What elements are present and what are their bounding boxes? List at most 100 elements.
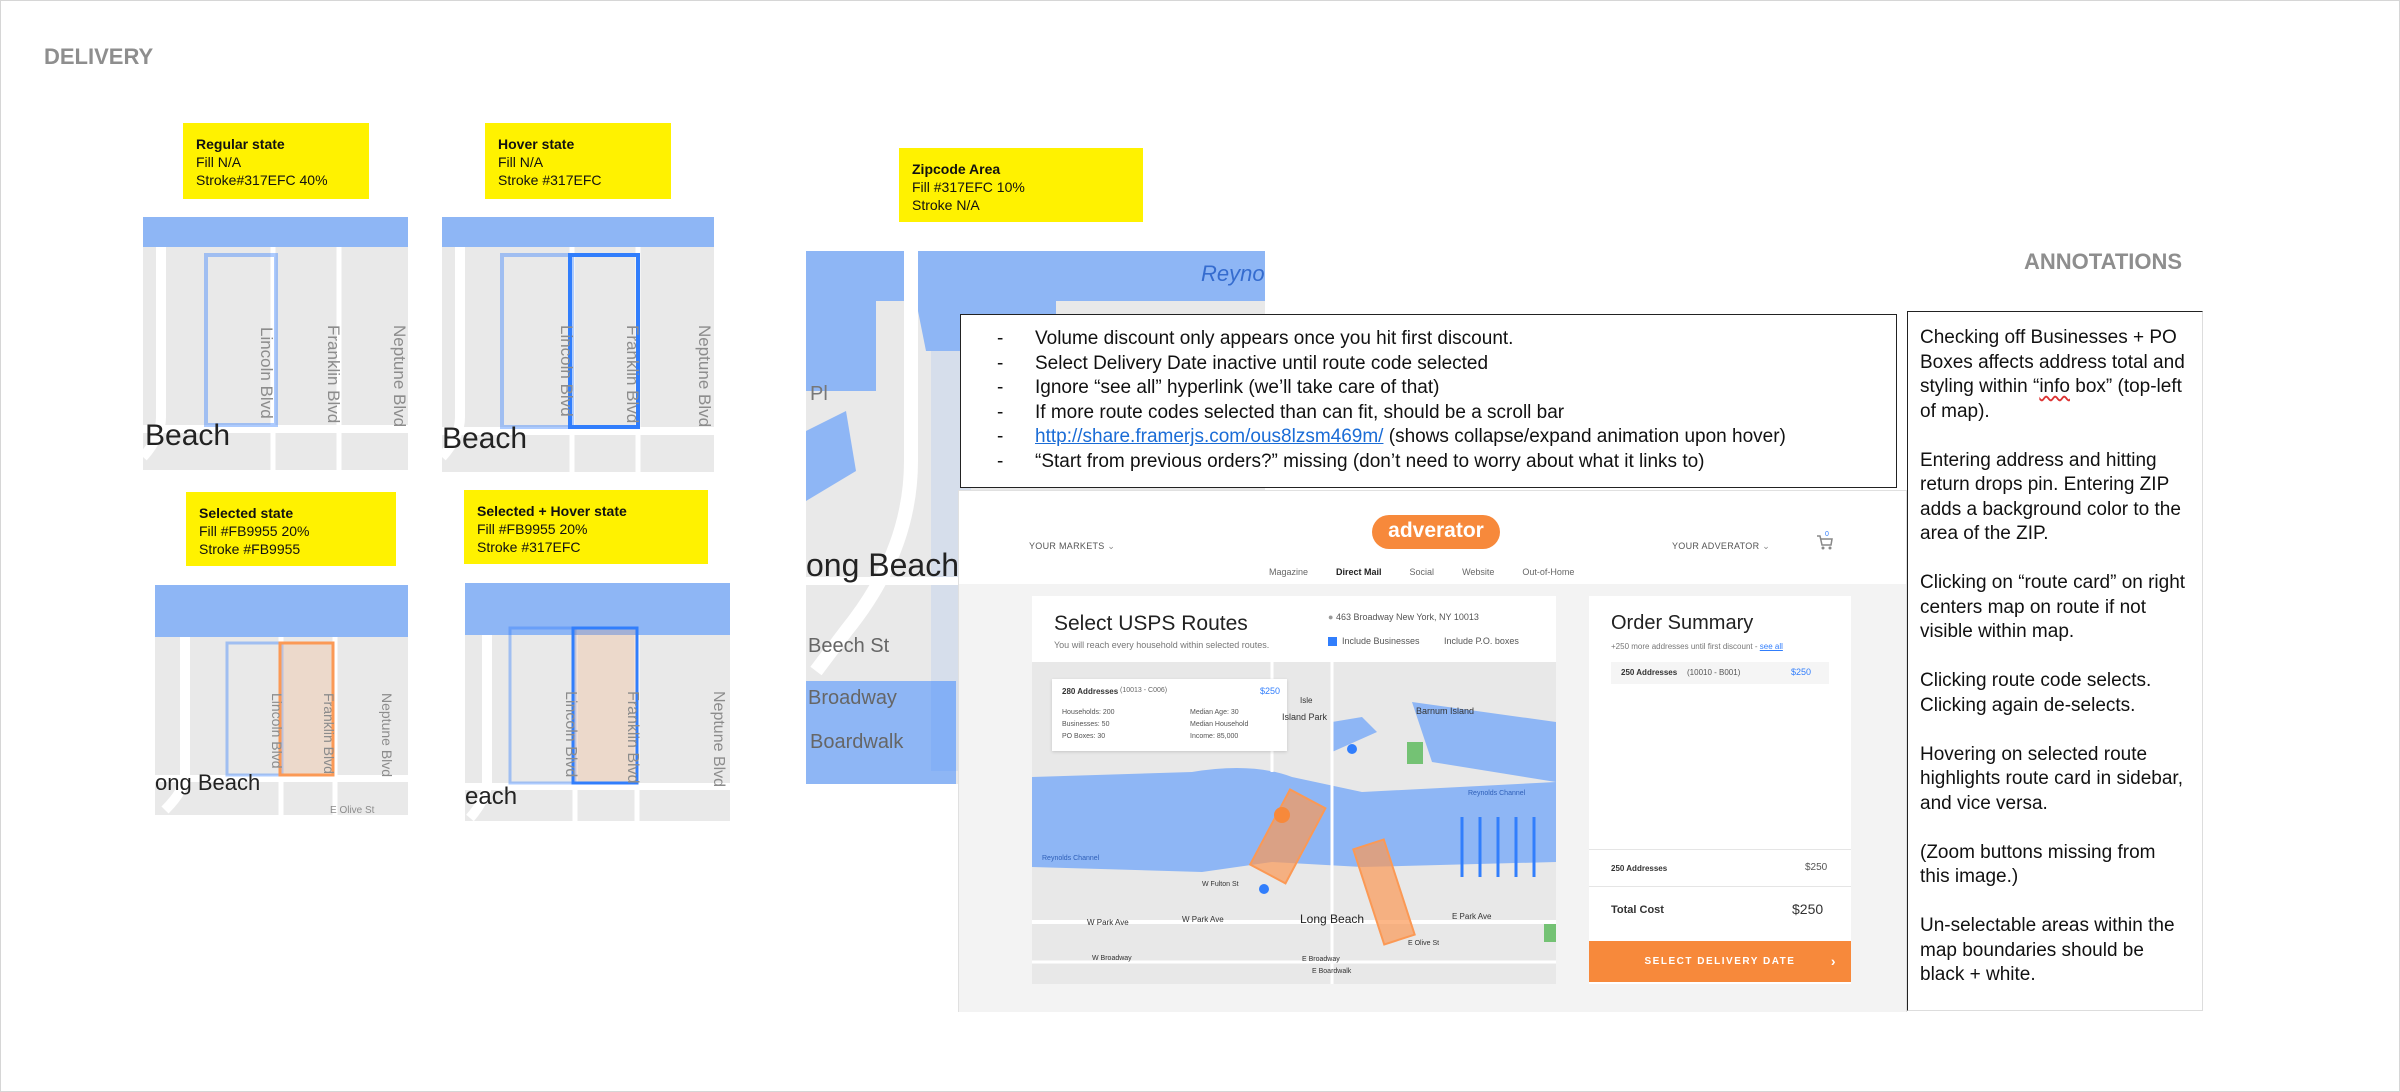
include-businesses-label: Include Businesses — [1342, 636, 1420, 646]
map-place-label: E Broadway — [1302, 956, 1340, 963]
route-card[interactable]: 250 Addresses (10010 - B001) $250 — [1611, 662, 1829, 684]
info-stat: Median Household — [1190, 721, 1249, 728]
sticky-line: Stroke#317EFC 40% — [196, 172, 328, 188]
route-card-price: $250 — [1791, 667, 1812, 677]
see-all-link[interactable]: see all — [1760, 642, 1783, 651]
nav-social[interactable]: Social — [1410, 567, 1435, 577]
order-summary-title: Order Summary — [1611, 612, 1754, 634]
subtotal-value: $250 — [1805, 862, 1828, 873]
water-label: Reyno — [1201, 261, 1265, 286]
notes-list: - Volume discount only appears once you h… — [961, 327, 1896, 474]
info-left-stats: Households: 200 Businesses: 50 PO Boxes:… — [1062, 707, 1115, 743]
sticky-hover-state: Hover state Fill N/A Stroke #317EFC — [485, 123, 671, 199]
routes-subtitle: You will reach every household within se… — [1054, 640, 1270, 650]
map-place-label: W Fulton St — [1202, 881, 1239, 888]
note-text: “Start from previous orders?” missing (d… — [1035, 450, 1705, 472]
total-label: Total Cost — [1611, 904, 1664, 916]
info-price: $250 — [1260, 686, 1281, 696]
your-adverator-menu[interactable]: YOUR ADVERATOR ⌄ — [1672, 541, 1770, 552]
sticky-line: Stroke N/A — [912, 197, 980, 213]
sticky-title: Zipcode Area — [912, 161, 1001, 177]
sticky-line: Fill N/A — [196, 154, 242, 170]
cart-icon[interactable]: 0 — [1816, 531, 1834, 551]
note-text: (shows collapse/expand animation upon ho… — [1383, 426, 1786, 447]
street-label: Lincoln Blvd — [257, 327, 276, 419]
sticky-zipcode-area: Zipcode Area Fill #317EFC 10% Stroke N/A — [899, 148, 1143, 222]
street-label: Neptune Blvd — [695, 325, 714, 428]
adverator-mockup: YOUR MARKETS ⌄ adverator YOUR ADVERATOR … — [958, 490, 1907, 1012]
cta-label: SELECT DELIVERY DATE — [1644, 956, 1796, 967]
beach-label: ong Beach — [155, 770, 261, 795]
map-place-label: W Park Ave — [1182, 915, 1224, 924]
note-item: - http://share.framerjs.com/ous8lzsm469m/… — [961, 425, 1896, 450]
nav-magazine[interactable]: Magazine — [1269, 567, 1308, 577]
chevron-down-icon: ⌄ — [1762, 541, 1771, 551]
select-delivery-date-button[interactable]: SELECT DELIVERY DATE › — [1589, 941, 1851, 982]
include-po-boxes-checkbox[interactable]: Include P.O. boxes — [1444, 636, 1519, 646]
note-text: If more route codes selected than can fi… — [1035, 401, 1565, 423]
adverator-logo[interactable]: adverator — [1372, 515, 1500, 549]
annotations-box: Checking off Businesses + PO Boxes affec… — [1907, 311, 2203, 1011]
info-stat: Businesses: 50 — [1062, 721, 1110, 728]
note-item: - Volume discount only appears once you h… — [961, 327, 1896, 352]
route-card-range: (10010 - B001) — [1687, 668, 1741, 677]
include-businesses-checkbox[interactable]: Include Businesses — [1328, 636, 1420, 646]
map-place-label: E Olive St — [1408, 940, 1440, 947]
map-place-label: Barnum Island — [1416, 706, 1475, 716]
map-selected-hover-state: Lincoln Blvd Franklin Blvd Neptune Blvd … — [465, 583, 730, 821]
routes-panel: Select USPS Routes You will reach every … — [1032, 596, 1556, 984]
note-dash: - — [997, 328, 1004, 349]
routes-title: Select USPS Routes — [1054, 612, 1248, 635]
chevron-right-icon: › — [1830, 953, 1837, 969]
street-label: Franklin Blvd — [623, 325, 642, 424]
street-label: Franklin Blvd — [324, 325, 343, 424]
nav-website[interactable]: Website — [1462, 567, 1494, 577]
map-place-label: Isle — [1300, 696, 1313, 705]
order-summary-panel: Order Summary +250 more addresses until … — [1589, 596, 1851, 984]
note-item: - Select Delivery Date inactive until rou… — [961, 352, 1896, 377]
map-place-label: E Boardwalk — [1312, 968, 1352, 975]
street-label: Broadway — [808, 687, 897, 709]
discount-note-text: +250 more addresses until first discount… — [1611, 642, 1758, 651]
routes-map[interactable]: 280 Addresses (10013 - C006) $250 Househ… — [1032, 662, 1556, 984]
beach-label: each — [465, 783, 518, 810]
map-hover-state: Lincoln Blvd Franklin Blvd Neptune Blvd … — [442, 217, 714, 472]
map-place-label: Reynolds Channel — [1042, 855, 1100, 862]
chevron-down-icon: ⌄ — [1107, 541, 1116, 551]
annotation-text: Un-selectable areas within the map bound… — [1920, 915, 2175, 985]
street-label: Neptune Blvd — [379, 693, 395, 778]
framer-prototype-link[interactable]: http://share.framerjs.com/ous8lzsm469m/ — [1035, 426, 1383, 447]
nav-direct-mail[interactable]: Direct Mail — [1336, 567, 1382, 577]
beach-label: Beach — [442, 422, 528, 455]
route-info-box: 280 Addresses (10013 - C006) $250 Househ… — [1052, 679, 1287, 751]
sticky-selected-state: Selected state Fill #FB9955 20% Stroke #… — [186, 492, 396, 566]
info-addresses: 280 Addresses — [1062, 687, 1119, 696]
address-value: 463 Broadway New York, NY 10013 — [1335, 612, 1479, 622]
nav-out-of-home[interactable]: Out-of-Home — [1522, 567, 1574, 577]
map-place-label: W Park Ave — [1087, 918, 1129, 927]
annotation-text: Hovering on selected route highlights ro… — [1920, 743, 2183, 814]
map-place-label: Reynolds Channel — [1468, 790, 1526, 797]
your-markets-menu[interactable]: YOUR MARKETS ⌄ — [1029, 541, 1115, 552]
note-text: Ignore “see all” hyperlink (we’ll take c… — [1035, 377, 1440, 398]
note-item: - Ignore “see all” hyperlink (we’ll take … — [961, 376, 1896, 401]
notes-box: - Volume discount only appears once you h… — [960, 314, 1897, 488]
info-right-stats: Median Age: 30 Median Household Income: … — [1190, 707, 1248, 743]
sticky-line: Fill #FB9955 20% — [477, 521, 588, 537]
route-card-addresses: 250 Addresses — [1621, 668, 1678, 677]
sticky-title: Hover state — [498, 136, 575, 152]
map-regular-state: Lincoln Blvd Franklin Blvd Neptune Blvd … — [143, 217, 408, 470]
info-stat: Income: 85,000 — [1190, 733, 1239, 740]
info-stat: Median Age: 30 — [1190, 709, 1239, 716]
street-label: Franklin Blvd — [321, 693, 337, 774]
sticky-title: Selected + Hover state — [477, 503, 627, 519]
street-label: Franklin Blvd — [624, 691, 641, 784]
address-search[interactable]: ● 463 Broadway New York, NY 10013 — [1328, 612, 1479, 622]
annotation-text: (Zoom buttons missing from this image.) — [1920, 841, 2156, 888]
street-label: Neptune Blvd — [710, 691, 727, 788]
sticky-line: Fill #FB9955 20% — [199, 523, 310, 539]
delivery-section-title: DELIVERY — [44, 44, 154, 69]
note-text: Select Delivery Date inactive until rout… — [1035, 352, 1489, 374]
include-po-label: Include P.O. boxes — [1444, 636, 1519, 646]
your-markets-label: YOUR MARKETS — [1029, 541, 1105, 551]
